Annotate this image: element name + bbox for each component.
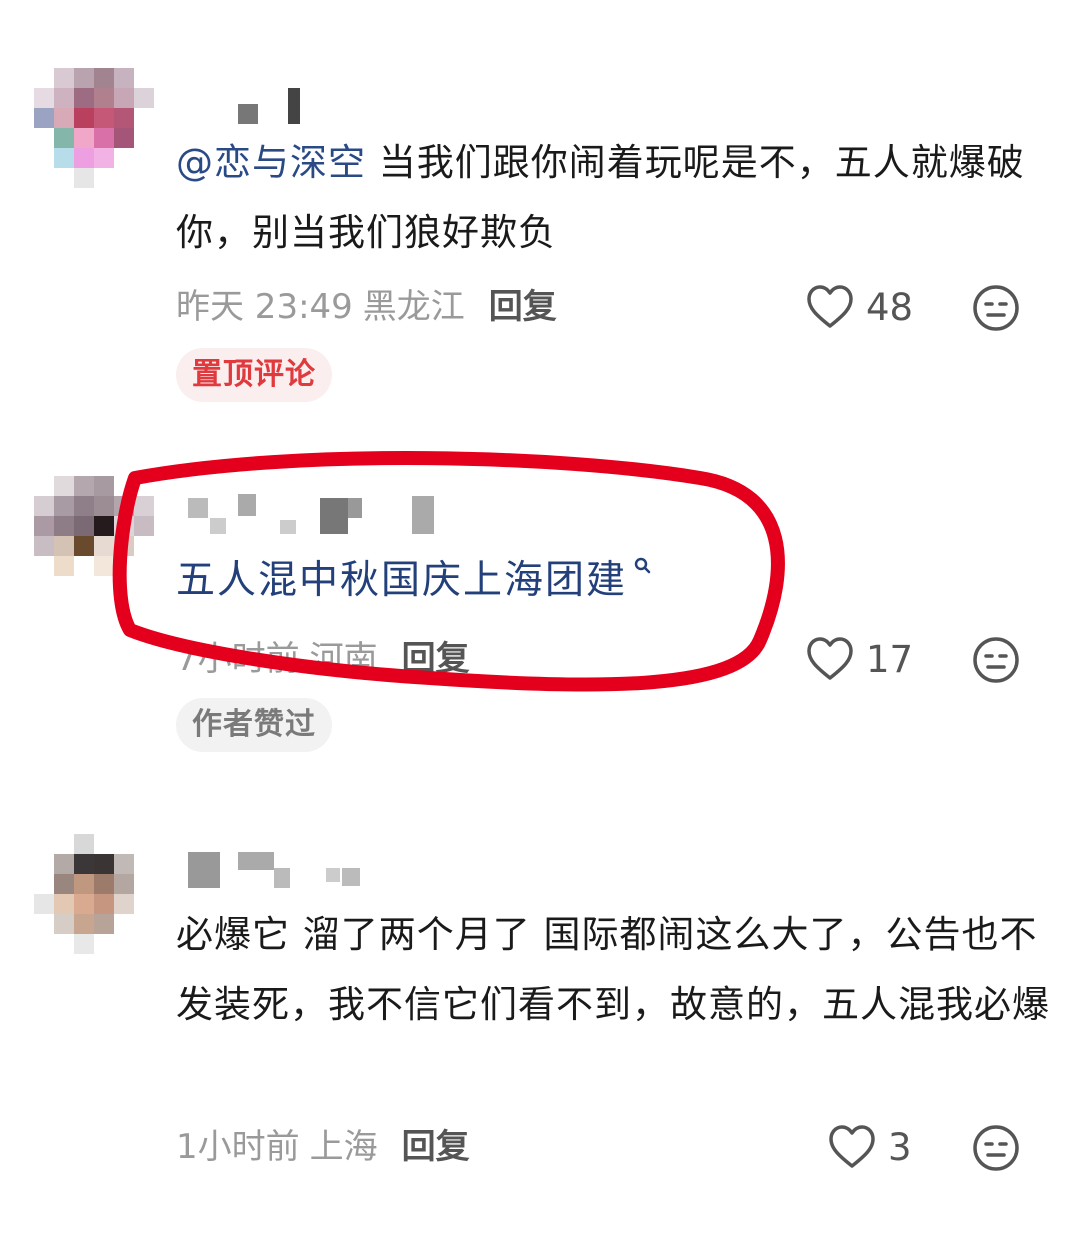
timestamp: 昨天 23:49 [176, 287, 353, 327]
comment-text: @恋与深空 当我们跟你闹着玩呢是不，五人就爆破你，别当我们狼好欺负 [176, 128, 1046, 268]
comment-text: 必爆它 溜了两个月了 国际都闹这么大了，公告也不发装死，我不信它们看不到，故意的… [176, 913, 1050, 1026]
like-button[interactable]: 3 [828, 1122, 912, 1172]
comment-meta: 7小时前 河南 回复 [176, 634, 470, 684]
like-button[interactable]: 17 [806, 634, 913, 684]
heart-icon [807, 637, 853, 680]
username-blurred[interactable] [180, 848, 480, 888]
dislike-face-icon[interactable] [972, 636, 1020, 684]
like-count: 48 [866, 285, 914, 329]
location: 河南 [309, 639, 378, 679]
dislike-face-icon[interactable] [972, 1124, 1020, 1172]
location: 上海 [309, 1127, 378, 1167]
username-blurred[interactable] [180, 84, 480, 124]
like-count: 3 [888, 1125, 912, 1169]
pinned-tag: 置顶评论 [176, 348, 332, 402]
comment-meta: 昨天 23:49 黑龙江 回复 [176, 282, 557, 332]
timestamp: 1小时前 [176, 1127, 300, 1167]
dislike-face-icon[interactable] [972, 284, 1020, 332]
location: 黑龙江 [362, 287, 465, 327]
avatar[interactable] [34, 834, 154, 954]
mention-link[interactable]: @恋与深空 [176, 141, 366, 184]
heart-icon [807, 285, 853, 328]
username-blurred[interactable] [180, 494, 480, 534]
reply-button[interactable]: 回复 [402, 1127, 470, 1167]
timestamp: 7小时前 [176, 639, 300, 679]
reply-button[interactable]: 回复 [489, 287, 557, 327]
like-count: 17 [866, 637, 914, 681]
reply-button[interactable]: 回复 [402, 639, 470, 679]
search-icon [634, 557, 651, 574]
search-link[interactable]: 五人混中秋国庆上海团建 [176, 558, 627, 603]
heart-icon [829, 1125, 875, 1168]
like-button[interactable]: 48 [806, 282, 913, 332]
comment-text: 五人混中秋国庆上海团建 [176, 546, 1046, 616]
avatar[interactable] [34, 68, 154, 188]
avatar[interactable] [34, 476, 154, 596]
comment-meta: 1小时前 上海 回复 [176, 1122, 470, 1172]
author-liked-tag: 作者赞过 [176, 698, 332, 752]
